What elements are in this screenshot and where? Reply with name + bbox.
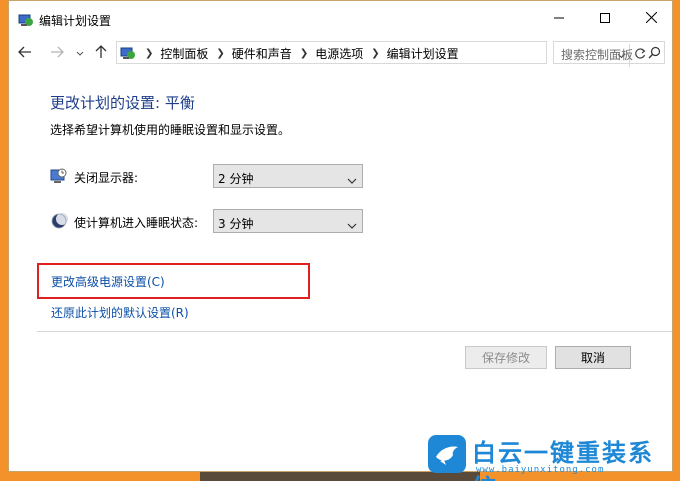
- restore-defaults-link[interactable]: 还原此计划的默认设置(R): [51, 304, 189, 321]
- chevron-right-icon[interactable]: ❯: [216, 48, 224, 59]
- window-title: 编辑计划设置: [39, 14, 112, 28]
- sleep-value: 3 分钟: [218, 217, 254, 231]
- maximize-button[interactable]: [582, 1, 628, 37]
- back-button[interactable]: [15, 43, 35, 63]
- up-button[interactable]: [91, 43, 111, 63]
- search-placeholder: 搜索控制面板: [561, 48, 634, 62]
- divider: [37, 331, 672, 332]
- forward-button[interactable]: [47, 43, 67, 63]
- search-input[interactable]: 搜索控制面板: [553, 41, 665, 64]
- turn-off-display-label: 关闭显示器:: [74, 171, 139, 185]
- page-title: 更改计划的设置: 平衡: [50, 94, 195, 112]
- chevron-right-icon: ❯: [145, 47, 154, 59]
- control-panel-icon: [120, 45, 136, 61]
- cancel-button[interactable]: 取消: [555, 346, 631, 369]
- sleep-select[interactable]: 3 分钟: [213, 209, 363, 233]
- arrow-up-icon: [95, 44, 107, 62]
- turn-off-display-select[interactable]: 2 分钟: [213, 164, 363, 188]
- sleep-label: 使计算机进入睡眠状态:: [74, 216, 199, 230]
- chevron-right-icon[interactable]: ❯: [371, 48, 379, 59]
- monitor-clock-icon: [50, 167, 68, 185]
- breadcrumb: ❯ 控制面板 ❯ 硬件和声音 ❯ 电源选项 ❯ 编辑计划设置: [137, 45, 459, 61]
- save-changes-button[interactable]: 保存修改: [465, 346, 547, 369]
- minimize-button[interactable]: [536, 1, 582, 37]
- turn-off-display-setting: 关闭显示器: 2 分钟: [50, 164, 380, 188]
- watermark-logo: 白云一键重装系统 www.baiyunxitong.com: [428, 433, 673, 481]
- chevron-right-icon[interactable]: ❯: [300, 48, 308, 59]
- close-icon: [645, 11, 657, 26]
- navigation-bar: ❯ 控制面板 ❯ 硬件和声音 ❯ 电源选项 ❯ 编辑计划设置 搜索控制面板: [9, 39, 672, 67]
- bird-logo-icon: [428, 435, 466, 473]
- chevron-down-icon: [347, 173, 357, 187]
- edit-plan-settings-window: 编辑计划设置 ❯ 控制面板 ❯ 硬件和声音 ❯ 电源选项 ❯ 编辑计划设置 搜索…: [8, 0, 673, 472]
- watermark-url: www.baiyunxitong.com: [476, 465, 605, 475]
- power-options-icon: [18, 13, 34, 27]
- title-bar[interactable]: 编辑计划设置: [9, 1, 672, 39]
- recent-locations-button[interactable]: [73, 43, 87, 63]
- chevron-down-icon: [76, 46, 84, 60]
- breadcrumb-edit-plan[interactable]: 编辑计划设置: [387, 45, 459, 62]
- page-description: 选择希望计算机使用的睡眠设置和显示设置。: [50, 123, 291, 137]
- breadcrumb-hardware-sound[interactable]: 硬件和声音: [232, 45, 292, 62]
- moon-sleep-icon: [50, 212, 68, 230]
- address-bar[interactable]: ❯ 控制面板 ❯ 硬件和声音 ❯ 电源选项 ❯ 编辑计划设置: [116, 41, 646, 67]
- arrow-left-icon: [18, 46, 32, 61]
- breadcrumb-power-options[interactable]: 电源选项: [315, 45, 363, 62]
- maximize-icon: [600, 12, 610, 26]
- turn-off-display-value: 2 分钟: [218, 172, 254, 186]
- minimize-icon: [554, 12, 564, 26]
- sleep-setting: 使计算机进入睡眠状态: 3 分钟: [50, 209, 380, 233]
- arrow-right-icon: [50, 46, 64, 61]
- breadcrumb-control-panel[interactable]: 控制面板: [160, 45, 208, 62]
- search-icon[interactable]: [648, 46, 661, 62]
- chevron-down-icon: [347, 218, 357, 232]
- close-button[interactable]: [628, 1, 674, 37]
- advanced-power-settings-link[interactable]: 更改高级电源设置(C): [51, 273, 165, 290]
